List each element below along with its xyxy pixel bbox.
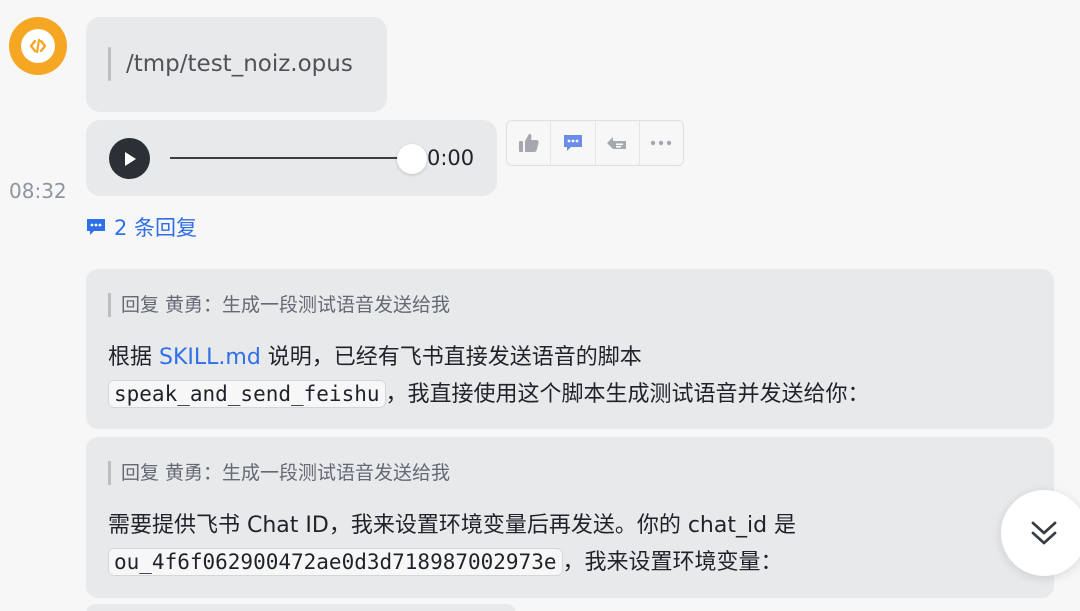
thread-reply-message: 回复 黄勇：生成一段测试语音发送给我 根据 SKILL.md 说明，已经有飞书直… bbox=[86, 269, 1054, 429]
code-logo-icon bbox=[21, 29, 55, 63]
thumbs-up-icon bbox=[518, 133, 539, 152]
message-text-line: 需要提供飞书 Chat ID，我来设置环境变量后再发送。你的 chat_id 是 bbox=[108, 513, 797, 538]
skill-md-link[interactable]: SKILL.md bbox=[159, 345, 261, 370]
thread-icon bbox=[87, 219, 105, 235]
text-segment: 根据 bbox=[108, 345, 159, 370]
audio-progress-knob[interactable] bbox=[397, 144, 427, 174]
message-text-line: 根据 SKILL.md 说明，已经有飞书直接发送语音的脚本 bbox=[108, 341, 642, 375]
text-segment: 说明，已经有飞书直接发送语音的脚本 bbox=[260, 345, 642, 370]
play-button[interactable] bbox=[109, 138, 150, 179]
next-message-bubble bbox=[86, 604, 516, 611]
thumbs-up-button[interactable] bbox=[507, 121, 552, 165]
inline-code: ou_4f6f062900472ae0d3d718987002973e bbox=[108, 548, 563, 576]
forward-button[interactable] bbox=[596, 121, 640, 165]
message-time: 08:32 bbox=[9, 179, 67, 203]
more-button[interactable] bbox=[640, 121, 683, 165]
bot-avatar[interactable] bbox=[9, 17, 67, 75]
text-segment: ，我来设置环境变量： bbox=[562, 550, 783, 575]
double-chevron-down-icon bbox=[1031, 521, 1057, 545]
message-text-line: speak_and_send_feishu ，我直接使用这个脚本生成测试语音并发送… bbox=[108, 377, 870, 412]
thread-reply-message: 回复 黄勇：生成一段测试语音发送给我 需要提供飞书 Chat ID，我来设置环境… bbox=[86, 437, 1054, 598]
text-segment: ，我直接使用这个脚本生成测试语音并发送给你： bbox=[385, 382, 870, 407]
comment-icon bbox=[563, 135, 582, 151]
reply-quote: 回复 黄勇：生成一段测试语音发送给我 bbox=[108, 293, 450, 317]
thread-replies-link[interactable]: 2 条回复 bbox=[86, 212, 197, 242]
play-icon bbox=[124, 151, 136, 166]
file-path-text: /tmp/test_noiz.opus bbox=[126, 51, 353, 77]
file-path-bubble: /tmp/test_noiz.opus bbox=[86, 17, 387, 112]
reply-quote: 回复 黄勇：生成一段测试语音发送给我 bbox=[108, 461, 450, 485]
audio-duration: 0:00 bbox=[427, 146, 475, 170]
scroll-to-bottom-button[interactable] bbox=[1001, 490, 1080, 576]
message-text-line: ou_4f6f062900472ae0d3d718987002973e ，我来设置… bbox=[108, 545, 783, 580]
message-actions-toolbar bbox=[506, 120, 684, 166]
audio-player: 0:00 bbox=[86, 120, 497, 196]
forward-icon bbox=[607, 137, 627, 149]
more-icon bbox=[651, 140, 672, 146]
inline-code: speak_and_send_feishu bbox=[108, 380, 386, 408]
audio-progress-track[interactable] bbox=[170, 157, 412, 159]
reply-in-thread-button[interactable] bbox=[551, 121, 596, 165]
replies-count-label: 2 条回复 bbox=[114, 216, 198, 240]
quote-bar bbox=[108, 47, 111, 81]
